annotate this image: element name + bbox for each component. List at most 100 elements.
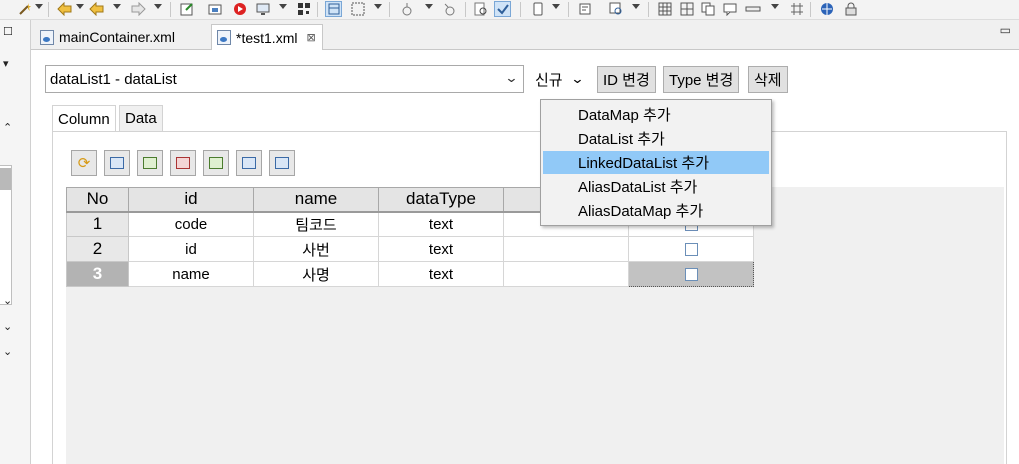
node2-icon[interactable] (440, 1, 457, 17)
chevron-down-icon[interactable] (154, 4, 162, 9)
toolbar-separator (317, 2, 318, 17)
menu-item-datalist[interactable]: DataList 추가 (543, 127, 769, 150)
cell-name[interactable]: 팀코드 (253, 211, 379, 237)
toolbar-separator (170, 2, 171, 17)
new-menu-button[interactable]: 신규 ⌄ (535, 67, 585, 91)
find-icon[interactable] (472, 1, 489, 17)
menu-item-aliasdatamap[interactable]: AliasDataMap 추가 (543, 199, 769, 222)
chevron-down-icon[interactable]: ▾ (3, 57, 9, 70)
checkbox[interactable] (684, 268, 698, 282)
double-chevron-down-icon[interactable]: ⌄ (3, 345, 12, 358)
list-icon[interactable] (104, 150, 130, 176)
tab-label: *test1.xml (236, 29, 298, 46)
delete-button[interactable]: 삭제 (748, 66, 788, 93)
chevron-down-icon[interactable] (113, 4, 121, 9)
spell-check-icon[interactable] (494, 1, 511, 17)
column-header-no[interactable]: No (66, 187, 129, 213)
minimize-icon[interactable]: ▭ (1000, 23, 1011, 37)
chevron-down-icon[interactable] (552, 4, 560, 9)
chevron-down-icon: ⌄ (569, 71, 585, 86)
scroll-panel[interactable] (0, 165, 12, 305)
copy-icon[interactable] (699, 1, 716, 17)
remove-column-icon[interactable] (170, 150, 196, 176)
row-number: 1 (66, 211, 129, 237)
move-up-icon[interactable] (236, 150, 262, 176)
toolbar-separator (389, 2, 390, 17)
toolbar-separator (520, 2, 521, 17)
comment-icon[interactable] (721, 1, 738, 17)
xml-file-icon (217, 30, 231, 45)
back-arrow-icon[interactable] (56, 1, 73, 17)
column-header-name[interactable]: name (253, 187, 379, 213)
open-icon[interactable] (206, 1, 223, 17)
back-arrow-icon[interactable] (88, 1, 105, 17)
cell-checkbox[interactable] (628, 261, 754, 287)
line-icon[interactable] (744, 1, 761, 17)
tab-test1[interactable]: *test1.xml ⊠ (211, 24, 323, 51)
add-column-icon[interactable] (137, 150, 163, 176)
table-row[interactable]: 3 name 사명 text (66, 261, 754, 287)
checkbox[interactable] (684, 243, 698, 257)
combo-value: dataList1 - dataList (50, 70, 177, 88)
datalist-combo[interactable]: dataList1 - dataList ⌄ (45, 65, 524, 93)
cell-name[interactable]: 사명 (253, 261, 379, 287)
grid-select-icon[interactable] (349, 1, 366, 17)
column-header-datatype[interactable]: dataType (378, 187, 504, 213)
menu-item-linkeddatalist[interactable]: LinkedDataList 추가 (543, 151, 769, 174)
cell-datatype[interactable]: text (378, 211, 504, 237)
chevron-down-icon[interactable] (771, 4, 779, 9)
move-down-icon[interactable] (269, 150, 295, 176)
table-grid-icon[interactable] (656, 1, 673, 17)
node-icon[interactable] (398, 1, 415, 17)
close-icon[interactable]: ⊠ (306, 31, 315, 44)
double-chevron-down-icon[interactable]: ⌄ (3, 320, 12, 333)
chevron-down-icon[interactable] (35, 4, 43, 9)
tab-main-container[interactable]: mainContainer.xml (35, 24, 181, 50)
chevron-down-icon[interactable]: ⌄ (504, 70, 518, 86)
tab-column[interactable]: Column (52, 105, 116, 133)
wand-icon[interactable] (16, 1, 33, 17)
lock-icon[interactable] (842, 1, 859, 17)
edit-column-icon[interactable] (203, 150, 229, 176)
cell-datatype[interactable]: text (378, 236, 504, 262)
monitor-icon[interactable] (254, 1, 271, 17)
cell-id[interactable]: name (128, 261, 254, 287)
chevron-down-icon[interactable] (76, 4, 84, 9)
menu-item-aliasdatalist[interactable]: AliasDataList 추가 (543, 175, 769, 198)
qr-icon[interactable] (295, 1, 312, 17)
cell-datatype[interactable]: text (378, 261, 504, 287)
scroll-thumb[interactable] (0, 168, 11, 190)
layout-active-icon[interactable] (325, 1, 342, 17)
menu-item-datamap[interactable]: DataMap 추가 (543, 103, 769, 126)
cell-id[interactable]: code (128, 211, 254, 237)
globe-icon[interactable] (818, 1, 835, 17)
toolbar-separator (810, 2, 811, 17)
tag-icon[interactable] (576, 1, 593, 17)
cell-empty[interactable] (503, 236, 629, 262)
refresh-icon[interactable]: ⟳ (71, 150, 97, 176)
chevron-down-icon[interactable] (632, 4, 640, 9)
phone-icon[interactable] (529, 1, 546, 17)
cell-empty[interactable] (503, 261, 629, 287)
tab-data[interactable]: Data (119, 105, 163, 132)
column-panel: ⟳ No id name dataType 1 code 팀코드 text 2 … (52, 131, 1007, 464)
cell-id[interactable]: id (128, 236, 254, 262)
table-row[interactable]: 2 id 사번 text (66, 236, 754, 262)
run-icon[interactable] (231, 1, 248, 17)
chevron-down-icon[interactable] (425, 4, 433, 9)
table-grid-icon[interactable] (678, 1, 695, 17)
inspect-icon[interactable] (607, 1, 624, 17)
cell-checkbox[interactable] (628, 236, 754, 262)
new-file-icon[interactable] (178, 1, 195, 17)
forward-arrow-icon[interactable] (130, 1, 147, 17)
double-chevron-down-icon[interactable]: ⌄ (3, 294, 12, 307)
chevron-down-icon[interactable] (279, 4, 287, 9)
type-change-button[interactable]: Type 변경 (663, 66, 740, 93)
restore-icon[interactable]: ☐ (3, 25, 13, 38)
column-header-id[interactable]: id (128, 187, 254, 213)
double-chevron-up-icon[interactable]: ⌃ (3, 121, 12, 134)
hash-icon[interactable] (788, 1, 805, 17)
cell-name[interactable]: 사번 (253, 236, 379, 262)
chevron-down-icon[interactable] (374, 4, 382, 9)
id-change-button[interactable]: ID 변경 (597, 66, 656, 93)
